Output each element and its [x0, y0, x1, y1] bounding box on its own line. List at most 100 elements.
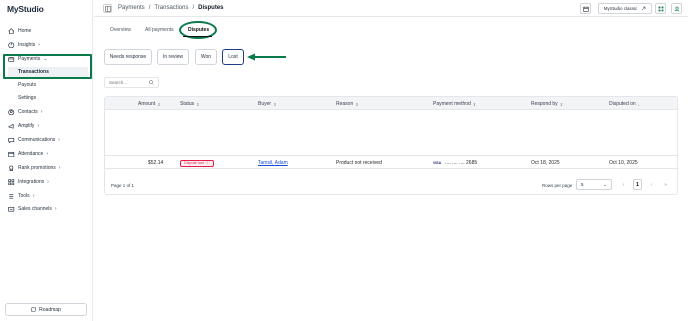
sort-icon: ⇕ — [559, 101, 564, 107]
search-input[interactable] — [109, 80, 149, 85]
integrations-icon — [8, 179, 15, 186]
breadcrumb-transactions[interactable]: Transactions — [154, 5, 188, 11]
tab-all-payments[interactable]: All payments — [145, 27, 174, 33]
sidebar-item-tools[interactable]: Tools › — [0, 190, 93, 202]
external-arrow-icon — [642, 6, 646, 11]
cell-payment-method: VISA.... .... .... 2685 — [433, 160, 477, 166]
home-icon — [8, 27, 15, 35]
double-chevron-right-icon: » — [664, 181, 667, 188]
tools-icon — [8, 193, 15, 200]
sidebar-item-label: Attendance — [18, 151, 44, 157]
column-header-disputed-on[interactable]: Disputed on ↓ — [609, 101, 640, 107]
search-icon — [149, 80, 154, 85]
next-page-button[interactable]: › — [647, 179, 656, 190]
chevron-right-icon: › — [37, 123, 40, 129]
roadmap-button[interactable]: Roadmap — [5, 303, 87, 316]
rank-icon — [8, 165, 15, 172]
chevron-down-icon: ⌄ — [43, 56, 48, 62]
breadcrumb-separator: / — [192, 5, 195, 11]
sidebar-toggle-button[interactable] — [103, 4, 112, 13]
sidebar-subitem-payouts[interactable]: Payouts — [18, 80, 36, 90]
sidebar-item-label: Tools — [18, 193, 30, 199]
sales-icon — [8, 206, 15, 213]
sidebar-item-contacts[interactable]: Contacts › — [0, 106, 93, 118]
status-badge: Dispute lost ⓘ — [180, 159, 214, 167]
column-header-reason[interactable]: Reason ⇕ — [336, 101, 359, 107]
chevron-right-icon: › — [58, 137, 60, 143]
help-icon: ⓘ — [205, 160, 210, 165]
column-header-buyer[interactable]: Buyer ⇕ — [258, 101, 276, 107]
breadcrumb-separator: / — [148, 5, 151, 11]
chat-icon — [8, 137, 15, 144]
grid-icon — [658, 6, 663, 11]
visa-icon: VISA — [433, 161, 442, 165]
prev-page-button[interactable]: ‹ — [619, 179, 628, 190]
chevron-left-icon: ‹ — [622, 181, 625, 188]
mystudio-classic-label: MyStudio classic — [603, 6, 638, 11]
chevron-right-icon: › — [38, 42, 40, 48]
table-header: Amount ⇕ Status ⇕ Buyer ⇕ Reason ⇕ Payment m… — [105, 97, 677, 110]
sidebar-item-label: Integrations — [18, 179, 45, 185]
column-header-respond-by[interactable]: Respond by ⇕ — [531, 101, 563, 107]
sidebar-item-communications[interactable]: Communications › — [0, 134, 93, 146]
sidebar-item-attendance[interactable]: Attendance › — [0, 148, 93, 160]
rows-per-page-value: 5 — [581, 182, 584, 187]
page-indicator: Page 1 of 1 — [111, 183, 135, 188]
chevron-right-icon: › — [54, 206, 57, 212]
breadcrumb-payments[interactable]: Payments — [118, 5, 145, 11]
table-row[interactable]: $52.14 Dispute lost ⓘ Tamsil, Adam Produc… — [105, 155, 677, 169]
apps-grid-button[interactable] — [655, 3, 666, 14]
attendance-icon — [8, 151, 15, 158]
sidebar-subitem-transactions[interactable]: Transactions — [8, 67, 88, 77]
wallet-icon — [8, 56, 15, 63]
contacts-icon — [8, 109, 15, 116]
cell-amount: $52.14 — [148, 160, 164, 166]
sidebar-item-payments[interactable]: Payments ⌄ — [0, 53, 93, 65]
sort-icon: ⇕ — [196, 101, 200, 107]
column-header-amount[interactable]: Amount ⇕ — [138, 101, 161, 107]
sort-icon: ↓ — [637, 101, 640, 107]
sidebar-item-amplify[interactable]: Amplify › — [0, 120, 93, 132]
column-header-status[interactable]: Status ⇕ — [180, 101, 200, 107]
app-logo[interactable]: MyStudio — [7, 4, 44, 14]
search-box[interactable] — [104, 77, 159, 88]
filter-needs-response[interactable]: Needs response — [104, 49, 152, 65]
chevron-right-icon: › — [46, 151, 48, 157]
sidebar-item-home[interactable]: Home — [0, 25, 93, 37]
page-number-button[interactable]: 1 — [633, 179, 642, 190]
active-tab-underline — [183, 36, 212, 37]
sidebar-item-label: Home — [18, 28, 32, 34]
chevron-down-icon: ⌄ — [603, 181, 607, 187]
tab-overview[interactable]: Overview — [110, 27, 131, 33]
sidebar-item-label: Sales channels — [18, 206, 52, 212]
breadcrumb-disputes: Disputes — [198, 5, 224, 11]
sidebar-toggle-icon — [104, 5, 111, 12]
column-header-payment-method[interactable]: Payment method ⇕ — [433, 101, 476, 107]
chevron-right-icon: › — [47, 179, 49, 185]
mystudio-classic-button[interactable]: MyStudio classic — [598, 3, 652, 14]
user-account-button[interactable] — [671, 3, 682, 14]
sidebar-item-rank-promotions[interactable]: Rank promotions › — [0, 162, 93, 174]
sidebar-item-label: Contacts — [18, 109, 38, 115]
last-page-button[interactable]: » — [661, 179, 670, 190]
cell-respond-by: Oct 18, 2025 — [531, 160, 560, 166]
sidebar-subitem-settings[interactable]: Settings — [18, 93, 36, 103]
filter-lost[interactable]: Lost — [222, 49, 244, 65]
breadcrumb: Payments / Transactions / Disputes — [118, 5, 224, 11]
card-number: .... .... .... 2685 — [445, 160, 478, 166]
chevron-right-icon: › — [32, 193, 35, 199]
chevron-right-icon: › — [40, 109, 43, 115]
sort-icon: ⇕ — [472, 101, 477, 107]
sidebar-item-insights[interactable]: Insights › — [0, 39, 93, 51]
calendar-button[interactable] — [580, 3, 591, 14]
sidebar: MyStudio Home Insights › Payments ⌄ Tran… — [0, 0, 93, 321]
sidebar-item-integrations[interactable]: Integrations › — [0, 176, 93, 188]
rows-per-page-select[interactable]: 5 ⌄ — [576, 179, 612, 190]
buyer-link[interactable]: Tamsil, Adam — [258, 160, 288, 166]
filter-in-review[interactable]: In review — [157, 49, 189, 65]
pointer-arrow — [247, 53, 286, 61]
cell-disputed-on: Oct 10, 2025 — [609, 160, 638, 166]
filter-won[interactable]: Won — [195, 49, 217, 65]
disputes-table: Amount ⇕ Status ⇕ Buyer ⇕ Reason ⇕ Payment m… — [104, 96, 678, 195]
sidebar-item-sales-channels[interactable]: Sales channels › — [0, 203, 93, 215]
